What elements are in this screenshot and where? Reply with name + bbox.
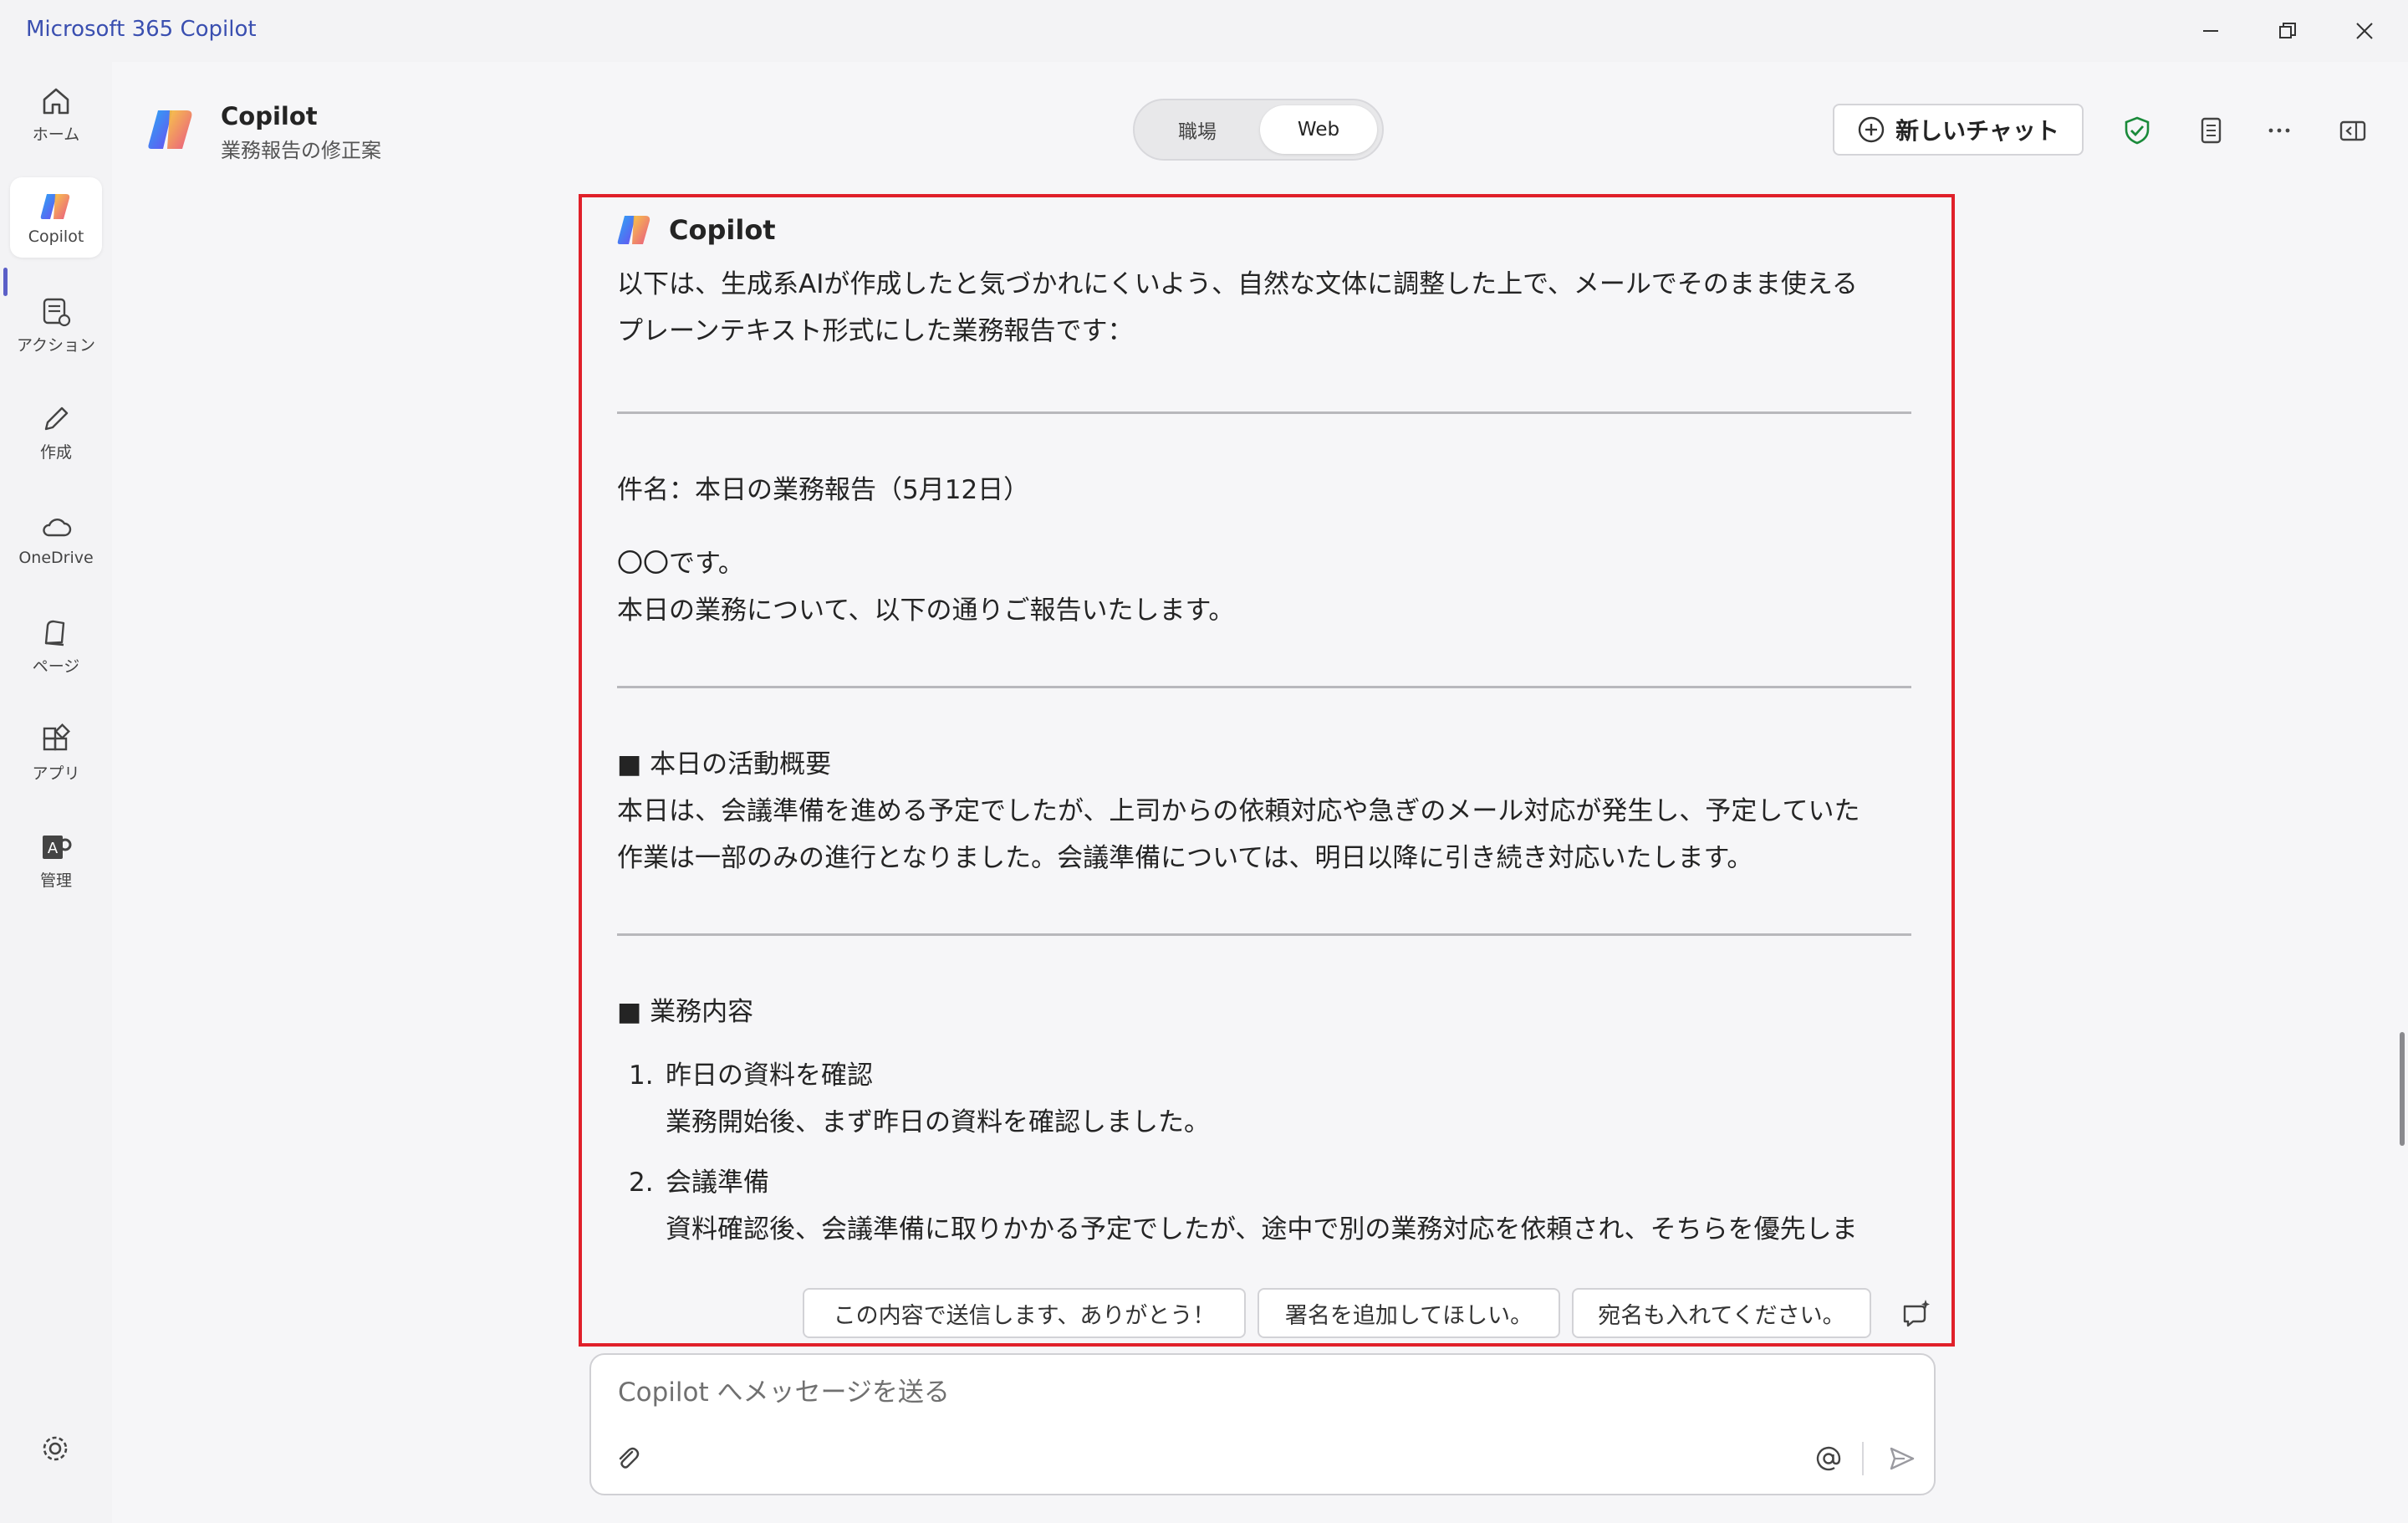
new-chat-label: 新しいチャット <box>1895 117 2059 145</box>
rail-label-home: ホーム <box>32 125 80 144</box>
chat-scrollbar[interactable] <box>2400 1032 2405 1146</box>
rail-label-pages: ページ <box>32 657 80 676</box>
side-panel-icon <box>2339 120 2366 141</box>
email-subject: 件名：本日の業務報告（5月12日） <box>617 475 1030 505</box>
attach-button[interactable] <box>608 1439 648 1479</box>
home-icon <box>43 88 69 114</box>
composer-separator <box>1862 1442 1864 1475</box>
close-button[interactable] <box>2326 0 2403 62</box>
app-title: Microsoft 365 Copilot <box>26 17 257 42</box>
rail-label-copilot: Copilot <box>28 227 84 246</box>
rail-label-create: 作成 <box>39 442 72 462</box>
add-circle-icon <box>1858 116 1885 143</box>
divider <box>617 686 1911 688</box>
notebook-button[interactable] <box>2187 107 2234 154</box>
rail-item-copilot[interactable]: Copilot <box>10 177 102 258</box>
copilot-logo-icon <box>617 216 650 244</box>
send-icon <box>1890 1447 1915 1470</box>
settings-button[interactable] <box>32 1425 79 1472</box>
more-options-button[interactable] <box>2256 107 2303 154</box>
apps-icon <box>43 723 70 750</box>
suggestion-chip[interactable]: 宛名も入れてください。 <box>1572 1288 1871 1338</box>
toggle-web[interactable]: Web <box>1260 105 1377 154</box>
summary-line-2: 作業は一部のみの進行となりました。会議準備については、明日以降に引き続き対応いた… <box>617 843 1753 873</box>
summary-heading: ■ 本日の活動概要 <box>617 749 832 779</box>
greeting-line-1: 〇〇です。 <box>617 549 744 579</box>
chat-subtitle: 業務報告の修正案 <box>221 139 381 162</box>
greeting-line-2: 本日の業務について、以下の通りご報告いたします。 <box>617 595 1235 626</box>
title-bar: Microsoft 365 Copilot <box>0 0 2408 62</box>
list-item-title: 昨日の資料を確認 <box>666 1060 873 1091</box>
list-item-body: 資料確認後、会議準備に取りかかる予定でしたが、途中で別の業務対応を依頼され、そち… <box>666 1214 1858 1244</box>
rail-item-admin[interactable]: A 管理 <box>10 820 102 900</box>
work-web-toggle[interactable]: 職場 Web <box>1133 99 1384 161</box>
rail-item-apps[interactable]: アプリ <box>10 713 102 793</box>
list-item-number: 2. <box>629 1168 654 1198</box>
svg-text:A: A <box>48 840 59 857</box>
rail-item-actions[interactable]: アクション <box>10 284 102 365</box>
rail-label-onedrive: OneDrive <box>18 549 94 567</box>
tasks-heading: ■ 業務内容 <box>617 997 754 1027</box>
message-composer <box>589 1353 1936 1495</box>
actions-icon <box>43 298 71 326</box>
gear-icon <box>43 1436 68 1461</box>
pages-icon <box>44 620 65 646</box>
side-panel-button[interactable] <box>2329 107 2376 154</box>
response-author: Copilot <box>669 214 776 246</box>
minimize-icon <box>2203 30 2218 32</box>
restore-button[interactable] <box>2249 0 2326 62</box>
cloud-icon <box>43 519 72 537</box>
send-button[interactable] <box>1882 1439 1922 1479</box>
active-indicator <box>3 268 8 296</box>
response-header: Copilot <box>615 211 776 249</box>
toggle-work[interactable]: 職場 <box>1140 105 1255 154</box>
paperclip-icon <box>619 1447 640 1469</box>
sparkle-suggest-icon <box>1903 1300 1930 1327</box>
intro-line-1: 以下は、生成系AIが作成したと気づかれにくいよう、自然な文体に調整した上で、メー… <box>617 269 1858 299</box>
mention-button[interactable] <box>1809 1439 1849 1479</box>
copilot-response: Copilot 以下は、生成系AIが作成したと気づかれにくいよう、自然な文体に調… <box>579 194 1955 1347</box>
pencil-icon <box>44 406 69 430</box>
notebook-icon <box>2201 117 2222 144</box>
rail-label-apps: アプリ <box>32 764 80 783</box>
copilot-logo-icon <box>40 194 70 219</box>
rail-label-admin: 管理 <box>39 871 72 890</box>
new-chat-button[interactable]: 新しいチャット <box>1833 104 2084 156</box>
summary-line-1: 本日は、会議準備を進める予定でしたが、上司からの依頼対応や急ぎのメール対応が発生… <box>617 796 1860 826</box>
shield-check-icon <box>2125 116 2150 145</box>
suggestion-chip[interactable]: 署名を追加してほしい。 <box>1258 1288 1560 1338</box>
at-sign-icon <box>1816 1446 1841 1471</box>
suggestion-chip[interactable]: この内容で送信します、ありがとう！ <box>803 1288 1246 1338</box>
list-item-title: 会議準備 <box>666 1168 769 1198</box>
more-icon <box>2268 128 2290 133</box>
minimize-button[interactable] <box>2172 0 2249 62</box>
message-input[interactable] <box>616 1377 1790 1408</box>
list-item-body: 業務開始後、まず昨日の資料を確認しました。 <box>666 1107 1210 1137</box>
rail-label-actions: アクション <box>16 335 96 355</box>
protected-button[interactable] <box>2114 107 2161 154</box>
admin-icon: A <box>43 835 72 859</box>
close-icon <box>2356 23 2373 39</box>
rail-item-create[interactable]: 作成 <box>10 391 102 472</box>
divider <box>617 933 1911 936</box>
restore-icon <box>2279 23 2296 38</box>
rail-item-onedrive[interactable]: OneDrive <box>10 498 102 579</box>
left-nav-rail: ホーム Copilot アクション 作成 OneDrive ページ アプリ A <box>0 62 112 1523</box>
intro-line-2: プレーンテキスト形式にした業務報告です： <box>617 316 1134 346</box>
chat-title: Copilot <box>221 102 318 130</box>
copilot-logo-icon <box>148 110 192 149</box>
rail-item-home[interactable]: ホーム <box>10 74 102 154</box>
divider <box>617 411 1911 414</box>
rail-item-pages[interactable]: ページ <box>10 606 102 686</box>
more-suggestions-button[interactable] <box>1893 1291 1936 1335</box>
list-item-number: 1. <box>629 1060 654 1091</box>
